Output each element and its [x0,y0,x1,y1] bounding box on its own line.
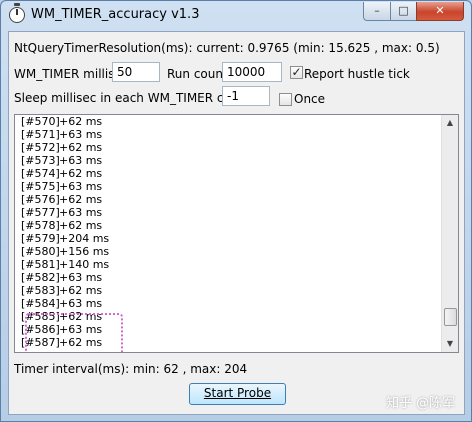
title-bar[interactable]: WM_TIMER_accuracy v1.3 – □ ✕ [1,1,471,31]
log-row[interactable]: [#581]+140 ms [21,258,109,271]
log-row-id: [#584] [21,297,60,310]
timer-log-list[interactable]: [#570]+62 ms [#571]+63 ms [#572]+62 ms [#57… [14,114,459,353]
report-hustle-label[interactable]: Report hustle tick [304,67,410,81]
sleep-millisec-input[interactable] [222,86,270,106]
window-title: WM_TIMER_accuracy v1.3 [31,7,200,22]
log-row[interactable]: [#580]+156 ms [21,245,109,258]
app-window: WM_TIMER_accuracy v1.3 – □ ✕ NtQueryTime… [0,0,472,422]
log-row[interactable]: [#575]+63 ms [21,180,109,193]
log-row-delta: +63 ms [59,206,103,219]
start-probe-button[interactable]: Start Probe [189,383,286,405]
log-row[interactable]: [#584]+63 ms [21,297,109,310]
log-row-delta: +62 ms [59,167,103,180]
log-row[interactable]: [#570]+62 ms [21,115,109,128]
log-row-id: [#580] [21,245,60,258]
log-row[interactable]: [#579]+204 ms [21,232,109,245]
log-row-delta: +62 ms [59,193,103,206]
log-row-delta: +63 ms [59,180,103,193]
log-row[interactable]: [#578]+62 ms [21,219,109,232]
once-checkbox[interactable] [279,93,292,106]
log-row-id: [#573] [21,154,60,167]
log-row-delta: +63 ms [59,271,103,284]
log-row[interactable]: [#574]+62 ms [21,167,109,180]
maximize-button[interactable]: □ [390,2,417,21]
log-row[interactable]: [#582]+63 ms [21,271,109,284]
log-row-id: [#576] [21,193,60,206]
watermark-text: 知乎 @陈军 [386,396,456,411]
scroll-down-arrow-icon[interactable]: ▼ [442,336,458,352]
log-row-id: [#582] [21,271,60,284]
millisec-input[interactable] [112,62,160,82]
once-label[interactable]: Once [294,92,325,106]
start-probe-label: Start Probe [203,386,272,400]
log-row-id: [#572] [21,141,60,154]
log-row-delta: +62 ms [59,141,103,154]
log-row-delta: +156 ms [59,245,110,258]
log-row-delta: +140 ms [59,258,110,271]
log-row-delta: +62 ms [59,219,103,232]
log-row-id: [#575] [21,180,60,193]
log-row-id: [#574] [21,167,60,180]
scroll-thumb[interactable] [444,308,457,326]
log-row-delta: +62 ms [59,284,103,297]
dialog-client-area: NtQueryTimerResolution(ms): current: 0.9… [8,31,465,415]
log-row-id: [#578] [21,219,60,232]
log-row-id: [#570] [21,115,60,128]
log-row[interactable]: [#577]+63 ms [21,206,109,219]
stopwatch-icon [9,3,25,23]
report-hustle-checkbox[interactable]: ✓ [290,66,303,79]
log-row-delta: +63 ms [59,154,103,167]
log-row[interactable]: [#573]+63 ms [21,154,109,167]
scroll-up-arrow-icon[interactable]: ▲ [442,115,458,131]
run-count-input[interactable] [222,62,282,82]
log-row-delta: +63 ms [59,297,103,310]
log-row[interactable]: [#571]+63 ms [21,128,109,141]
minimize-button[interactable]: – [363,2,391,21]
timer-resolution-text: NtQueryTimerResolution(ms): current: 0.9… [14,41,440,55]
anomaly-highlight-box [25,313,123,352]
log-row-delta: +63 ms [59,128,103,141]
timer-interval-summary: Timer interval(ms): min: 62 , max: 204 [14,362,248,376]
log-row[interactable]: [#583]+62 ms [21,284,109,297]
log-row-id: [#583] [21,284,60,297]
log-row-id: [#581] [21,258,60,271]
log-row[interactable]: [#576]+62 ms [21,193,109,206]
log-row[interactable]: [#572]+62 ms [21,141,109,154]
log-row-id: [#579] [21,232,60,245]
log-row-id: [#577] [21,206,60,219]
log-row-id: [#571] [21,128,60,141]
log-row-delta: +62 ms [59,115,103,128]
close-button[interactable]: ✕ [416,2,464,21]
vertical-scrollbar[interactable]: ▲ ▼ [441,115,458,352]
log-row-delta: +204 ms [59,232,110,245]
